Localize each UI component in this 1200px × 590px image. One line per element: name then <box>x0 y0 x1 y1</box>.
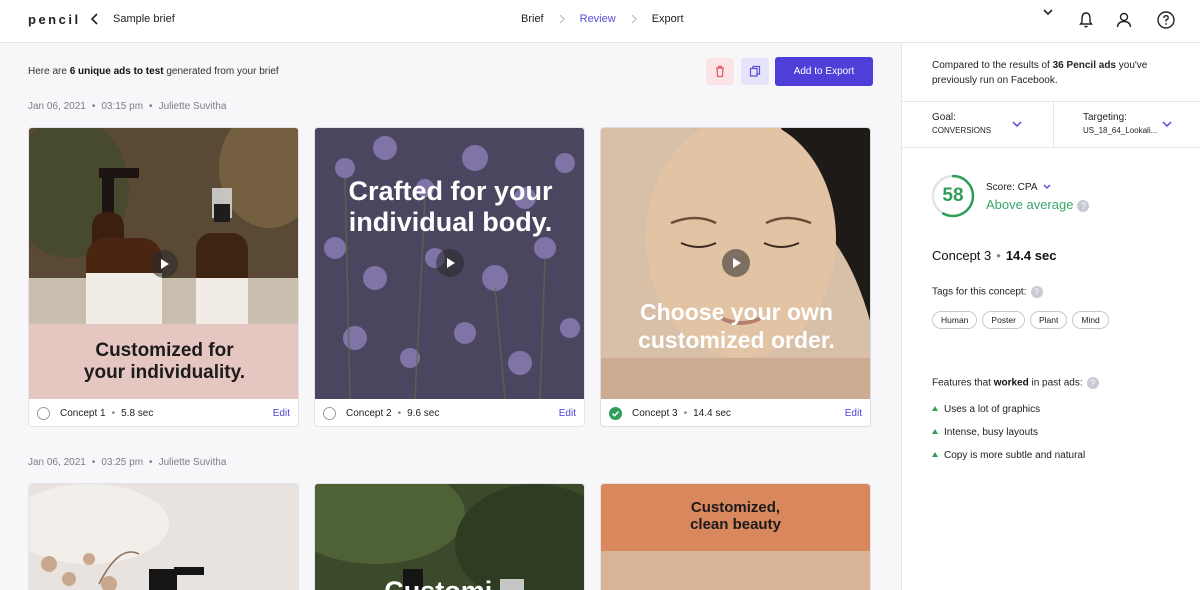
score-value: 58 <box>942 185 964 206</box>
tag-chip[interactable]: Poster <box>982 311 1025 329</box>
feature-item: Uses a lot of graphics <box>932 404 1085 415</box>
help-icon[interactable]: ? <box>1086 377 1099 389</box>
play-button[interactable] <box>436 249 464 277</box>
concept-info: Concept 3 • 14.4 sec <box>632 408 731 419</box>
ad-card[interactable] <box>28 483 299 590</box>
select-radio[interactable] <box>323 407 336 420</box>
chevron-down-icon <box>1043 184 1051 189</box>
targeting-label: Targeting: <box>1083 112 1127 123</box>
trash-icon <box>716 65 724 78</box>
play-button[interactable] <box>722 249 750 277</box>
concept-info: Concept 1 • 5.8 sec <box>60 408 154 419</box>
ad-headline: Customi... <box>315 576 584 590</box>
flowers-bottle-image <box>29 484 298 590</box>
ads-review-area: Here are 6 unique ads to test generated … <box>0 43 901 590</box>
intro-text: Here are 6 unique ads to test generated … <box>28 66 279 77</box>
step-navigation: Brief Review Export <box>521 13 684 25</box>
bell-icon[interactable] <box>1076 10 1096 30</box>
batch-author: Juliette Suvitha <box>158 457 227 468</box>
batch-time: 03:15 pm <box>101 101 144 112</box>
ad-card-selected[interactable]: Choose your own customized order. Concep… <box>600 127 871 427</box>
product-bottles-image <box>29 128 298 324</box>
ad-card[interactable]: Crafted for your individual body. Concep… <box>314 127 585 427</box>
delete-button[interactable] <box>706 58 734 85</box>
select-radio-checked[interactable] <box>609 407 622 420</box>
edit-link[interactable]: Edit <box>845 408 862 419</box>
play-button[interactable] <box>150 250 178 278</box>
back-arrow-icon[interactable] <box>88 11 102 27</box>
comparison-text: Compared to the results of 36 Pencil ads… <box>932 60 1148 86</box>
batch-date: Jan 06, 2021 <box>28 101 86 112</box>
goal-value: CONVERSIONS <box>932 126 992 135</box>
ad-headline: Customized for your individuality. <box>83 340 246 383</box>
check-icon <box>611 411 620 417</box>
select-radio[interactable] <box>37 407 50 420</box>
chevron-down-icon[interactable] <box>1162 121 1172 128</box>
green-bottles-image <box>315 484 584 590</box>
feature-item: Intense, busy layouts <box>932 427 1085 438</box>
score-status: Above average? <box>986 197 1090 212</box>
ad-card[interactable]: Customized, clean beauty <box>600 483 871 590</box>
batch-meta: Jan 06, 2021 • 03:15 pm • Juliette Suvitha <box>28 101 227 112</box>
edit-link[interactable]: Edit <box>273 408 290 419</box>
concept-summary: Concept 3 • 14.4 sec <box>932 248 1057 263</box>
chevron-right-icon <box>559 14 565 24</box>
feature-item: Copy is more subtle and natural <box>932 450 1085 461</box>
step-brief[interactable]: Brief <box>521 13 544 25</box>
batch-meta: Jan 06, 2021 • 03:25 pm • Juliette Suvitha <box>28 457 227 468</box>
tag-chip[interactable]: Plant <box>1029 311 1068 329</box>
divider <box>1053 102 1054 147</box>
step-review[interactable]: Review <box>580 13 616 25</box>
features-title: Features that worked in past ads:? <box>932 377 1099 389</box>
tag-list: Human Poster Plant Mind <box>932 311 1132 329</box>
score-type-dropdown[interactable]: Score: CPA <box>986 182 1051 193</box>
duplicate-button[interactable] <box>741 58 769 85</box>
goal-label: Goal: <box>932 112 956 123</box>
chevron-right-icon <box>631 14 637 24</box>
batch-author: Juliette Suvitha <box>158 101 227 112</box>
help-icon[interactable] <box>1156 10 1176 30</box>
pencil-logo[interactable]: pencil <box>28 12 81 27</box>
batch-date: Jan 06, 2021 <box>28 457 86 468</box>
goal-dropdown[interactable]: Goal: CONVERSIONS <box>932 112 991 135</box>
chevron-down-icon[interactable] <box>1012 121 1022 128</box>
copy-icon <box>749 65 761 77</box>
user-icon[interactable] <box>1114 10 1134 30</box>
tags-title: Tags for this concept:? <box>932 286 1043 298</box>
step-export[interactable]: Export <box>652 13 684 25</box>
ad-card[interactable]: Customized for your individuality. Conce… <box>28 127 299 427</box>
targeting-dropdown[interactable]: Targeting: US_18_64_Lookali... <box>1083 112 1157 135</box>
insights-panel: Compared to the results of 36 Pencil ads… <box>901 43 1200 590</box>
help-icon[interactable]: ? <box>1077 199 1090 212</box>
tag-chip[interactable]: Mind <box>1072 311 1109 329</box>
ad-image: Crafted for your individual body. <box>315 128 584 399</box>
chevron-down-icon[interactable] <box>1038 2 1058 22</box>
brief-title: Sample brief <box>113 13 175 25</box>
ad-headline: Customized, clean beauty <box>690 499 781 533</box>
add-to-export-button[interactable]: Add to Export <box>775 57 873 86</box>
features-list: Uses a lot of graphics Intense, busy lay… <box>932 404 1085 473</box>
divider <box>902 147 1200 148</box>
ad-headline: Choose your own customized order. <box>638 299 835 353</box>
ad-headline: Crafted for your individual body. <box>348 176 553 237</box>
concept-info: Concept 2 • 9.6 sec <box>346 408 440 419</box>
tag-chip[interactable]: Human <box>932 311 978 329</box>
top-bar: pencil Sample brief Brief Review Export <box>0 0 1200 43</box>
help-icon[interactable]: ? <box>1030 286 1043 298</box>
ad-image: Choose your own customized order. <box>601 128 870 399</box>
batch-time: 03:25 pm <box>101 457 144 468</box>
ad-card-footer: Concept 3 • 14.4 sec Edit <box>601 399 870 426</box>
ad-card-footer: Concept 2 • 9.6 sec Edit <box>315 399 584 426</box>
ad-card-footer: Concept 1 • 5.8 sec Edit <box>29 399 298 426</box>
ad-card[interactable]: Customi... <box>314 483 585 590</box>
targeting-value: US_18_64_Lookali... <box>1083 126 1158 135</box>
ad-image: Customized for your individuality. <box>29 128 298 399</box>
edit-link[interactable]: Edit <box>559 408 576 419</box>
divider <box>902 101 1200 102</box>
